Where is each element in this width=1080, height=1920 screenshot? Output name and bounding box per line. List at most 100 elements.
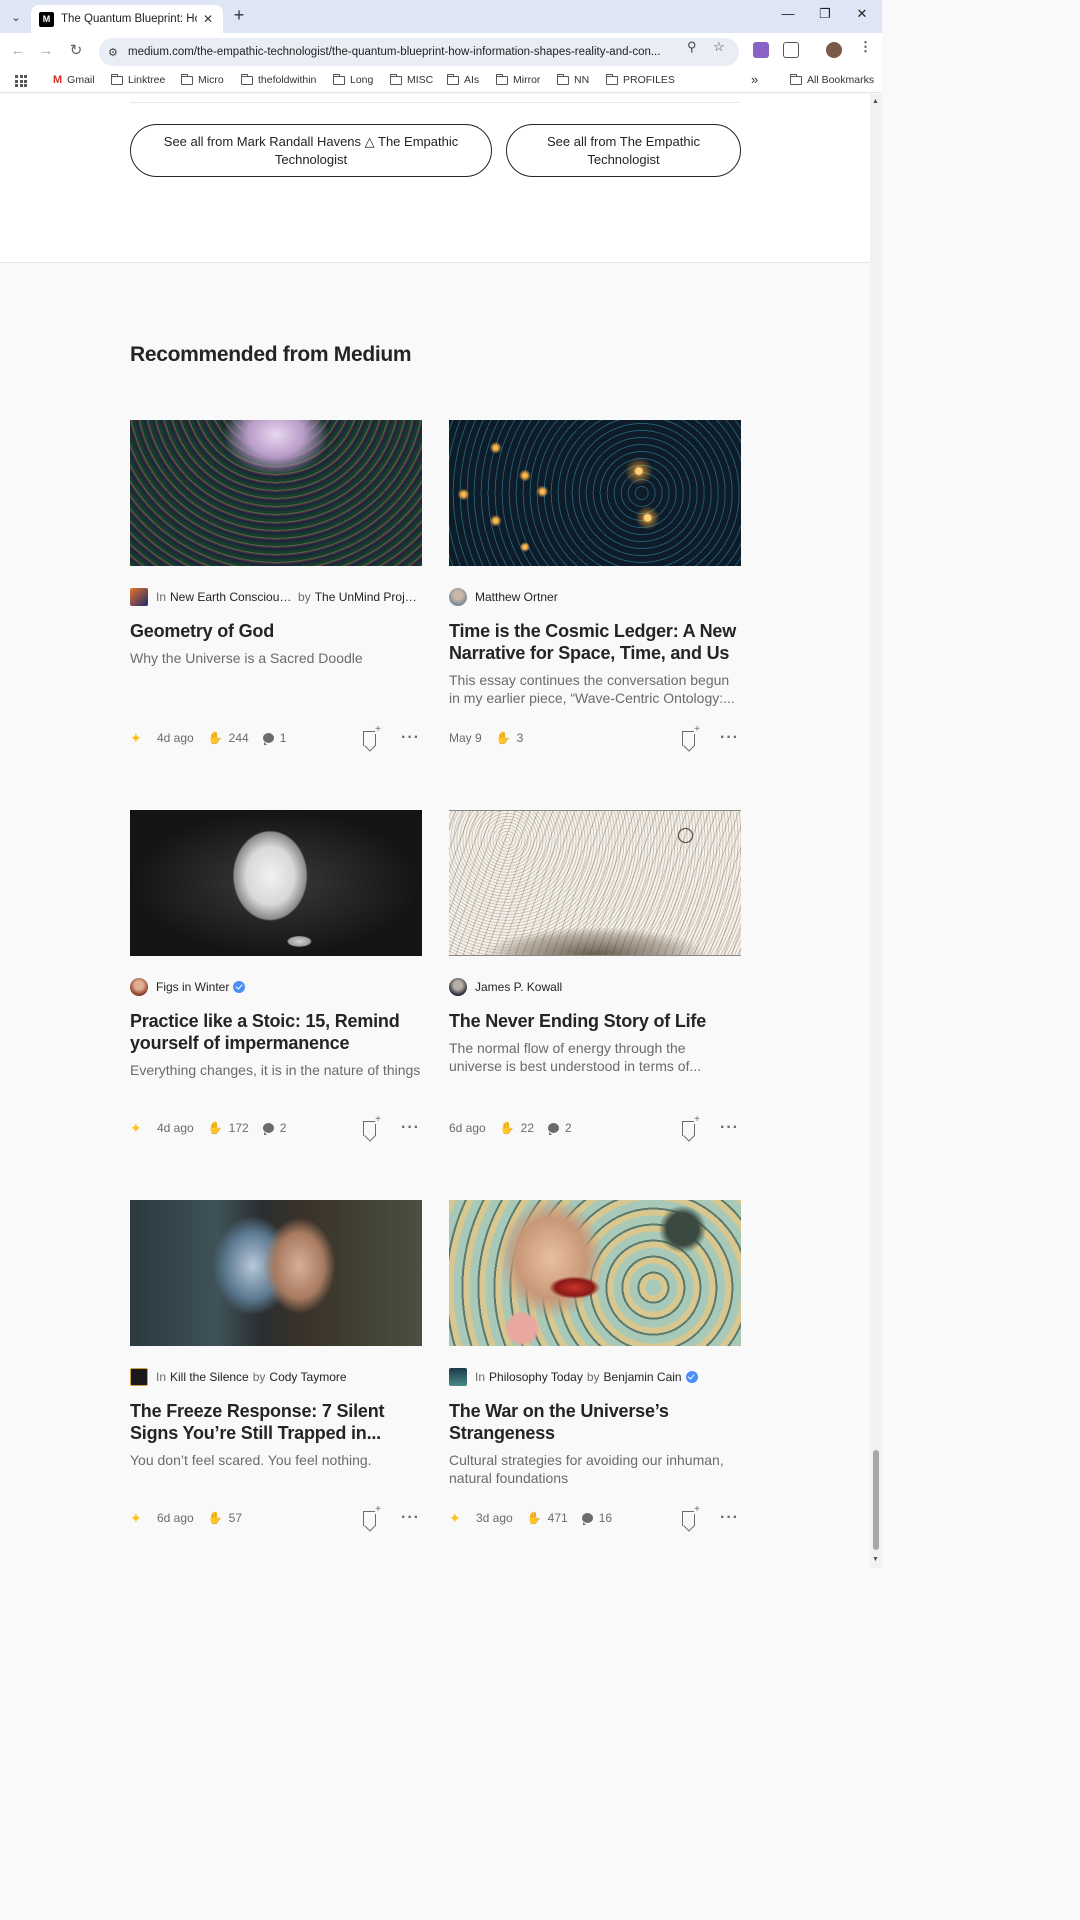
bookmark-micro[interactable]: Micro <box>180 73 224 86</box>
claps-count[interactable]: ✋ 57 <box>208 1511 242 1525</box>
browser-menu-kebab-icon[interactable]: ⋮ <box>859 39 872 55</box>
bookmark-ais[interactable]: AIs <box>446 73 479 86</box>
new-tab-plus-icon[interactable]: + <box>229 6 249 26</box>
story-card[interactable]: In Philosophy Today by Benjamin Cain The… <box>449 1200 741 1540</box>
more-options-icon[interactable]: ··· <box>401 729 420 747</box>
extensions-puzzle-icon[interactable] <box>783 42 799 58</box>
story-title[interactable]: Practice like a Stoic: 15, Remind yourse… <box>130 1010 422 1054</box>
bookmark-star-icon[interactable]: ☆ <box>713 39 725 55</box>
zoom-search-icon[interactable]: ⚲ <box>687 39 697 55</box>
restore-icon[interactable]: ❐ <box>815 6 835 22</box>
author-name[interactable]: Matthew Ortner <box>475 590 558 604</box>
story-thumbnail[interactable] <box>130 420 422 566</box>
page-scrollbar[interactable]: ▲ ▼ <box>870 94 882 1568</box>
all-bookmarks[interactable]: All Bookmarks <box>789 73 874 86</box>
bookmark-add-icon[interactable]: + <box>363 724 381 746</box>
story-thumbnail[interactable] <box>449 1200 741 1346</box>
story-subtitle[interactable]: Cultural strategies for avoiding our inh… <box>449 1451 741 1487</box>
bookmark-add-icon[interactable]: + <box>682 1114 700 1136</box>
author-avatar[interactable] <box>130 978 148 996</box>
responses-count[interactable]: 1 <box>262 731 286 745</box>
publication-avatar[interactable] <box>130 588 148 606</box>
story-meta: In Philosophy Today by Benjamin Cain <box>449 1367 698 1387</box>
more-options-icon[interactable]: ··· <box>401 1119 420 1137</box>
profile-avatar[interactable] <box>826 42 842 58</box>
story-card[interactable]: James P. Kowall The Never Ending Story o… <box>449 810 741 1150</box>
claps-count[interactable]: ✋ 172 <box>208 1121 249 1135</box>
reload-icon[interactable]: ↻ <box>66 41 86 61</box>
story-title[interactable]: The War on the Universe’s Strangeness <box>449 1400 741 1444</box>
extension-camera-icon[interactable] <box>753 42 769 58</box>
scrollbar-thumb[interactable] <box>873 1450 879 1550</box>
story-title[interactable]: The Freeze Response: 7 Silent Signs You’… <box>130 1400 422 1444</box>
tab-close-icon[interactable]: ✕ <box>203 12 213 26</box>
author-name[interactable]: The UnMind Projec... <box>315 590 423 604</box>
publication-name[interactable]: Philosophy Today <box>489 1370 583 1384</box>
story-card[interactable]: In New Earth Consciousn... by The UnMind… <box>130 420 423 760</box>
bookmark-misc[interactable]: MISC <box>389 73 433 86</box>
bookmark-add-icon[interactable]: + <box>682 1504 700 1526</box>
story-thumbnail[interactable] <box>449 810 741 956</box>
bookmark-add-icon[interactable]: + <box>682 724 700 746</box>
author-name[interactable]: Benjamin Cain <box>604 1370 682 1384</box>
window-close-icon[interactable]: ✕ <box>852 6 872 22</box>
bookmark-add-icon[interactable]: + <box>363 1114 381 1136</box>
story-card[interactable]: Matthew Ortner Time is the Cosmic Ledger… <box>449 420 741 760</box>
bookmark-long[interactable]: Long <box>332 73 373 86</box>
address-bar[interactable]: ⚙ medium.com/the-empathic-technologist/t… <box>99 38 739 66</box>
url-text[interactable]: medium.com/the-empathic-technologist/the… <box>128 46 676 58</box>
more-options-icon[interactable]: ··· <box>720 1119 739 1137</box>
story-subtitle[interactable]: The normal flow of energy through the un… <box>449 1039 741 1075</box>
minimize-icon[interactable]: — <box>778 6 798 21</box>
more-options-icon[interactable]: ··· <box>401 1509 420 1527</box>
story-subtitle[interactable]: You don’t feel scared. You feel nothing. <box>130 1451 422 1469</box>
bookmark-profiles[interactable]: PROFILES <box>605 73 675 86</box>
browser-tab-active[interactable]: M The Quantum Blueprint: How Information… <box>31 5 223 33</box>
more-bookmarks-chevron-icon[interactable]: » <box>751 72 758 87</box>
tab-search-chevron-icon[interactable]: ⌄ <box>5 6 27 28</box>
claps-count[interactable]: ✋ 244 <box>208 731 249 745</box>
publication-avatar[interactable] <box>130 1368 148 1386</box>
story-card[interactable]: Figs in Winter Practice like a Stoic: 15… <box>130 810 422 1150</box>
see-all-from-publication-button[interactable]: See all from The Empathic Technologist <box>506 124 741 177</box>
back-arrow-icon[interactable]: ← <box>8 41 28 61</box>
responses-count[interactable]: 2 <box>548 1121 572 1135</box>
publication-name[interactable]: Kill the Silence <box>170 1370 249 1384</box>
bookmark-linktree[interactable]: Linktree <box>110 73 165 86</box>
story-title[interactable]: Time is the Cosmic Ledger: A New Narrati… <box>449 620 741 664</box>
apps-grid-icon[interactable] <box>15 75 27 87</box>
scroll-down-arrow-icon[interactable]: ▼ <box>872 1556 879 1563</box>
bookmark-mirror[interactable]: Mirror <box>495 73 540 86</box>
story-title[interactable]: The Never Ending Story of Life <box>449 1010 741 1032</box>
see-all-from-author-button[interactable]: See all from Mark Randall Havens △ The E… <box>130 124 492 177</box>
bookmark-nn[interactable]: NN <box>556 73 589 86</box>
bookmark-thefoldwithin[interactable]: thefoldwithin <box>240 73 316 86</box>
more-options-icon[interactable]: ··· <box>720 729 739 747</box>
author-name[interactable]: Figs in Winter <box>156 980 229 994</box>
site-info-icon[interactable]: ⚙ <box>108 46 124 59</box>
story-thumbnail[interactable] <box>130 810 422 956</box>
author-name[interactable]: James P. Kowall <box>475 980 562 994</box>
forward-arrow-icon[interactable]: → <box>36 41 56 61</box>
bookmark-add-icon[interactable]: + <box>363 1504 381 1526</box>
story-thumbnail[interactable] <box>130 1200 422 1346</box>
story-card[interactable]: In Kill the Silence by Cody Taymore The … <box>130 1200 422 1540</box>
claps-count[interactable]: ✋ 22 <box>500 1121 534 1135</box>
author-avatar[interactable] <box>449 588 467 606</box>
story-subtitle[interactable]: Why the Universe is a Sacred Doodle <box>130 649 422 667</box>
claps-count[interactable]: ✋ 471 <box>527 1511 568 1525</box>
claps-count[interactable]: ✋ 3 <box>496 731 524 745</box>
responses-count[interactable]: 2 <box>262 1121 286 1135</box>
responses-count[interactable]: 16 <box>581 1511 612 1525</box>
story-thumbnail[interactable] <box>449 420 741 566</box>
more-options-icon[interactable]: ··· <box>720 1509 739 1527</box>
publication-name[interactable]: New Earth Consciousn... <box>170 590 294 604</box>
author-avatar[interactable] <box>449 978 467 996</box>
author-name[interactable]: Cody Taymore <box>269 1370 346 1384</box>
story-title[interactable]: Geometry of God <box>130 620 422 642</box>
bookmark-gmail[interactable]: M Gmail <box>53 74 95 86</box>
scroll-up-arrow-icon[interactable]: ▲ <box>872 98 879 105</box>
story-subtitle[interactable]: This essay continues the conversation be… <box>449 671 741 707</box>
publication-avatar[interactable] <box>449 1368 467 1386</box>
story-subtitle[interactable]: Everything changes, it is in the nature … <box>130 1061 422 1079</box>
